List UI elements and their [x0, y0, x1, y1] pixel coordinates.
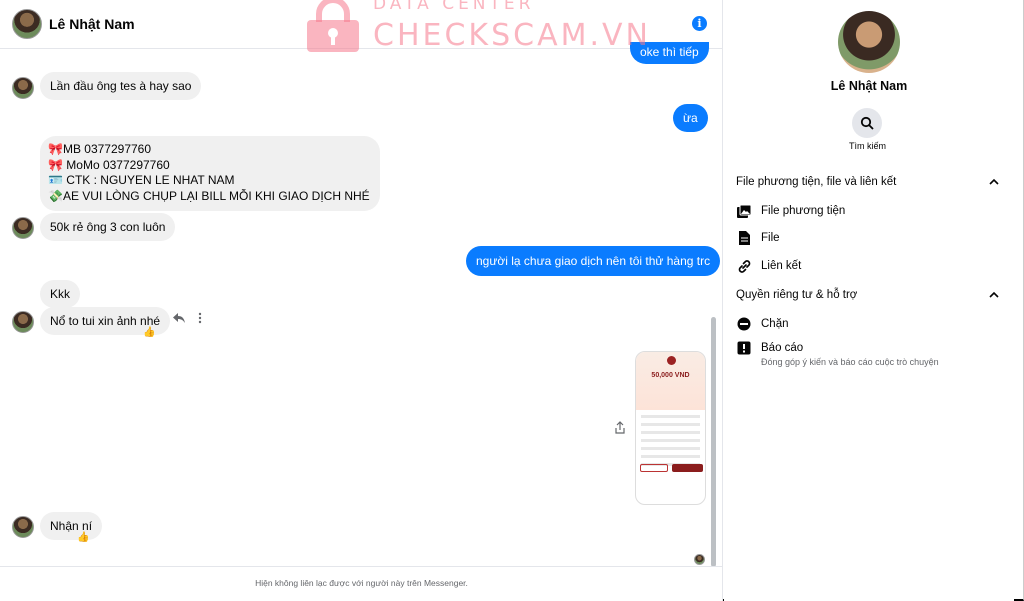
seen-avatar	[694, 554, 705, 565]
contact-name[interactable]: Lê Nhật Nam	[49, 16, 135, 32]
media-item-label: Liên kết	[761, 260, 802, 272]
sender-avatar	[12, 516, 34, 538]
reply-icon[interactable]	[172, 312, 186, 324]
chevron-up-icon[interactable]	[988, 289, 1000, 301]
message-outgoing[interactable]: ừa	[673, 104, 708, 132]
image-icon	[736, 203, 752, 219]
media-item-files[interactable]: File	[736, 230, 780, 246]
messenger-window: Lê Nhật Nam i oke thì tiếp Lần đầu ông t…	[0, 0, 1024, 601]
receipt-button	[672, 464, 703, 472]
message-outgoing[interactable]: người lạ chưa giao dịch nên tôi thử hàng…	[466, 246, 721, 276]
privacy-item-label: Chặn	[761, 318, 789, 330]
link-icon	[736, 258, 752, 274]
profile-avatar[interactable]	[838, 11, 900, 73]
privacy-item-block[interactable]: Chặn	[736, 316, 789, 332]
section-privacy-support[interactable]: Quyền riêng tư & hỗ trợ	[736, 289, 857, 301]
search-label: Tìm kiếm	[849, 141, 886, 151]
chevron-up-icon[interactable]	[988, 176, 1000, 188]
message-outgoing[interactable]: oke thì tiếp	[630, 42, 709, 64]
reaction-thumbs-up[interactable]: 👍	[77, 532, 89, 543]
block-icon	[736, 316, 752, 332]
conversation-info-panel: Lê Nhật Nam Tìm kiếm File phương tiện, f…	[724, 0, 1014, 601]
payment-line: 🎀 MoMo 0377297760	[48, 157, 170, 172]
search-icon	[860, 116, 874, 130]
media-item-label: File	[761, 232, 780, 244]
profile-name[interactable]: Lê Nhật Nam	[724, 79, 1014, 93]
privacy-item-label: Báo cáo	[761, 342, 804, 354]
receipt-amount: 50,000 VND	[651, 372, 690, 379]
sender-avatar	[12, 77, 34, 99]
chat-pane: Lê Nhật Nam i oke thì tiếp Lần đầu ông t…	[0, 0, 723, 601]
footer-notice: Hiện không liên lạc được với người này t…	[0, 566, 723, 601]
sender-avatar	[12, 311, 34, 333]
info-icon[interactable]: i	[692, 16, 707, 31]
message-incoming[interactable]: Nhận ní	[40, 512, 103, 540]
message-incoming[interactable]: Kkk	[40, 280, 81, 308]
message-incoming[interactable]: 50k rẻ ông 3 con luôn	[40, 213, 176, 241]
media-item-links[interactable]: Liên kết	[736, 258, 801, 274]
payment-line: 💸AE VUI LÒNG CHỤP LẠI BILL MỖI KHI GIAO …	[48, 188, 370, 203]
message-actions	[172, 312, 202, 324]
bank-receipt-image: 50,000 VND	[636, 352, 705, 410]
payment-line: 🎀MB 0377297760	[48, 142, 152, 156]
chat-header: Lê Nhật Nam i	[0, 0, 723, 49]
section-media-files-links[interactable]: File phương tiện, file và liên kết	[736, 176, 896, 188]
report-description: Đóng góp ý kiến và báo cáo cuộc trò chuy…	[761, 357, 939, 367]
message-payment-info[interactable]: 🎀MB 0377297760 🎀 MoMo 0377297760 🪪 CTK :…	[40, 136, 380, 211]
receipt-button	[640, 464, 668, 472]
image-attachment[interactable]: 50,000 VND	[635, 351, 706, 505]
bank-logo-icon	[667, 356, 676, 365]
media-item-photos[interactable]: File phương tiện	[736, 203, 845, 219]
report-icon	[736, 340, 752, 356]
media-item-label: File phương tiện	[761, 205, 846, 217]
receipt-details	[636, 415, 705, 466]
search-button[interactable]	[852, 108, 882, 138]
reaction-thumbs-up[interactable]: 👍	[143, 327, 155, 338]
more-options-icon[interactable]	[198, 312, 202, 324]
privacy-item-report[interactable]: Báo cáo	[736, 340, 803, 356]
avatar[interactable]	[12, 9, 42, 39]
sender-avatar	[12, 217, 34, 239]
file-icon	[736, 230, 752, 246]
scrollbar[interactable]	[711, 317, 716, 567]
share-icon[interactable]	[613, 421, 627, 435]
payment-line: 🪪 CTK : NGUYEN LE NHAT NAM	[48, 173, 235, 187]
message-incoming[interactable]: Lần đầu ông tes à hay sao	[40, 72, 202, 100]
